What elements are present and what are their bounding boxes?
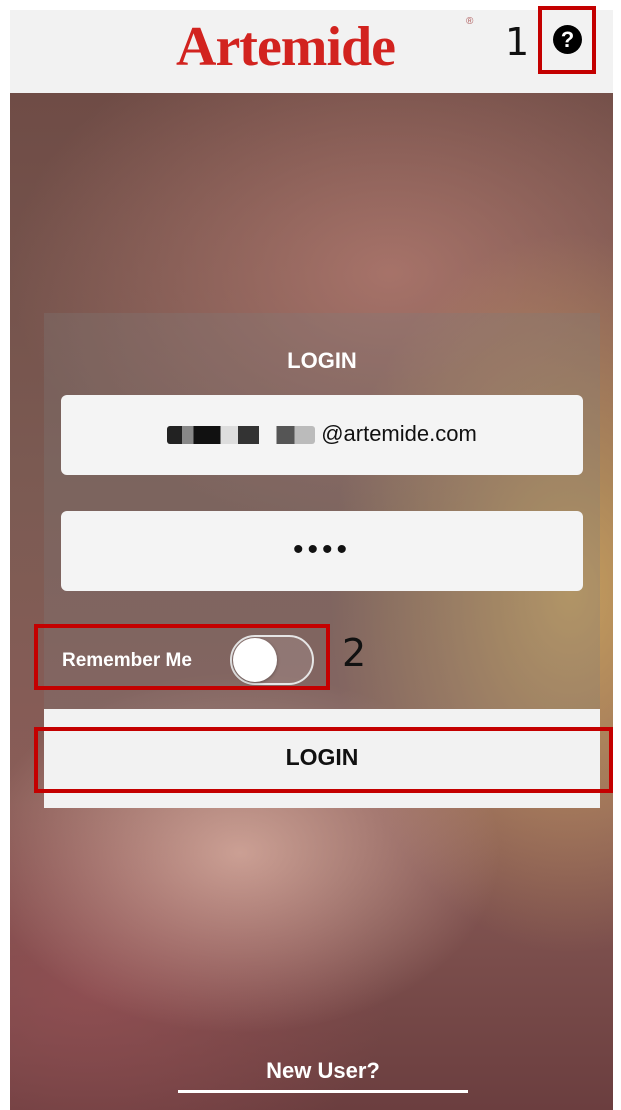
redacted-email-name xyxy=(167,426,316,445)
registered-mark: ® xyxy=(466,16,474,27)
email-field[interactable]: @artemide.com xyxy=(61,395,583,475)
artemide-logo: Artemide xyxy=(176,16,396,78)
question-circle-icon: ? xyxy=(553,25,582,54)
help-button[interactable]: ? xyxy=(538,6,596,74)
email-domain: @artemide.com xyxy=(321,421,477,446)
email-value: @artemide.com xyxy=(61,421,583,447)
login-title: LOGIN xyxy=(287,348,357,373)
password-field[interactable]: •••• xyxy=(61,511,583,591)
annotation-marker-2: 2 xyxy=(342,631,367,675)
password-value: •••• xyxy=(292,533,351,566)
highlight-box-remember xyxy=(34,624,330,690)
new-user-link[interactable]: New User? xyxy=(178,1058,468,1093)
background-image: LOGIN @artemide.com •••• Remember Me 2 L… xyxy=(10,93,613,1110)
annotation-marker-1: 1 xyxy=(505,20,530,64)
login-screen: Artemide ® LOGIN @artemide.com •••• Reme… xyxy=(0,0,621,1110)
highlight-box-login xyxy=(34,727,613,793)
